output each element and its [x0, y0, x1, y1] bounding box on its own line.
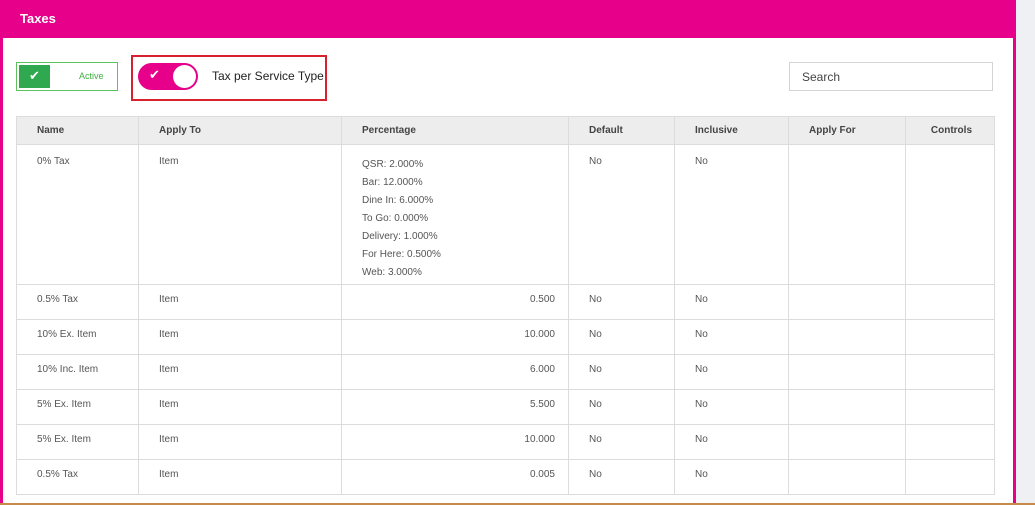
cell-inclusive: No: [674, 459, 789, 495]
column-header-percentage[interactable]: Percentage: [341, 116, 569, 145]
cell-apply-for: [788, 389, 906, 425]
cell-percentage: 5.500: [341, 389, 569, 425]
table-row[interactable]: 0.5% Tax Item 0.500 No No: [16, 284, 995, 320]
cell-default: No: [568, 389, 675, 425]
cell-percentage: 0.005: [341, 459, 569, 495]
cell-inclusive: No: [674, 319, 789, 355]
tax-per-service-type-switch[interactable]: ✔: [138, 63, 198, 90]
panel-header: Taxes: [0, 0, 1016, 38]
cell-apply-for: [788, 459, 906, 495]
cell-default: No: [568, 354, 675, 390]
cell-inclusive: No: [674, 144, 789, 285]
cell-apply-to: Item: [138, 459, 342, 495]
cell-apply-for: [788, 319, 906, 355]
cell-controls: [905, 459, 995, 495]
percentage-line: Dine In: 6.000%: [362, 195, 434, 206]
cell-apply-to: Item: [138, 144, 342, 285]
cell-apply-to: Item: [138, 354, 342, 390]
cell-apply-for: [788, 144, 906, 285]
search-input[interactable]: [789, 62, 993, 91]
table-row[interactable]: 10% Inc. Item Item 6.000 No No: [16, 354, 995, 390]
page-title: Taxes: [20, 11, 56, 26]
cell-default: No: [568, 424, 675, 460]
cell-controls: [905, 389, 995, 425]
cell-percentage: 0.500: [341, 284, 569, 320]
cell-inclusive: No: [674, 424, 789, 460]
percentage-line: To Go: 0.000%: [362, 213, 429, 224]
taxes-table: Name Apply To Percentage Default Inclusi…: [16, 116, 995, 495]
cell-controls: [905, 354, 995, 390]
cell-name: 0.5% Tax: [16, 284, 139, 320]
scroll-gutter: [1016, 0, 1035, 505]
cell-controls: [905, 319, 995, 355]
column-header-controls: Controls: [905, 116, 995, 145]
cell-controls: [905, 144, 995, 285]
column-header-apply-to[interactable]: Apply To: [138, 116, 342, 145]
cell-name: 10% Ex. Item: [16, 319, 139, 355]
tax-per-service-type-label: Tax per Service Type: [212, 69, 324, 83]
cell-apply-to: Item: [138, 284, 342, 320]
active-toggle-label: Active: [79, 71, 104, 81]
cell-apply-to: Item: [138, 319, 342, 355]
table-row[interactable]: 0.5% Tax Item 0.005 No No: [16, 459, 995, 495]
column-header-apply-for[interactable]: Apply For: [788, 116, 906, 145]
percentage-line: Bar: 12.000%: [362, 177, 423, 188]
cell-default: No: [568, 144, 675, 285]
table-row[interactable]: 5% Ex. Item Item 5.500 No No: [16, 389, 995, 425]
cell-name: 5% Ex. Item: [16, 389, 139, 425]
cell-inclusive: No: [674, 354, 789, 390]
active-toggle[interactable]: ✔ Active: [16, 62, 118, 91]
cell-name: 0% Tax: [16, 144, 139, 285]
cell-percentage: 6.000: [341, 354, 569, 390]
percentage-line: Web: 3.000%: [362, 267, 422, 278]
percentage-line: QSR: 2.000%: [362, 159, 424, 170]
table-row[interactable]: 0% Tax Item QSR: 2.000% Bar: 12.000% Din…: [16, 144, 995, 285]
cell-apply-for: [788, 284, 906, 320]
percentage-line: For Here: 0.500%: [362, 249, 441, 260]
cell-name: 10% Inc. Item: [16, 354, 139, 390]
column-header-inclusive[interactable]: Inclusive: [674, 116, 789, 145]
cell-apply-for: [788, 424, 906, 460]
cell-percentage: 10.000: [341, 319, 569, 355]
column-header-name[interactable]: Name: [16, 116, 139, 145]
table-row[interactable]: 5% Ex. Item Item 10.000 No No: [16, 424, 995, 460]
check-icon: ✔: [149, 68, 160, 83]
cell-percentage: 10.000: [341, 424, 569, 460]
check-icon: ✔: [19, 65, 50, 88]
cell-apply-for: [788, 354, 906, 390]
cell-default: No: [568, 459, 675, 495]
cell-inclusive: No: [674, 284, 789, 320]
percentage-line: Delivery: 1.000%: [362, 231, 438, 242]
cell-percentage: QSR: 2.000% Bar: 12.000% Dine In: 6.000%…: [341, 144, 569, 285]
cell-name: 0.5% Tax: [16, 459, 139, 495]
cell-name: 5% Ex. Item: [16, 424, 139, 460]
cell-inclusive: No: [674, 389, 789, 425]
table-header-row: Name Apply To Percentage Default Inclusi…: [16, 116, 995, 145]
cell-apply-to: Item: [138, 389, 342, 425]
cell-controls: [905, 284, 995, 320]
cell-controls: [905, 424, 995, 460]
cell-apply-to: Item: [138, 424, 342, 460]
cell-default: No: [568, 284, 675, 320]
column-header-default[interactable]: Default: [568, 116, 675, 145]
switch-knob: [173, 65, 196, 88]
cell-default: No: [568, 319, 675, 355]
table-row[interactable]: 10% Ex. Item Item 10.000 No No: [16, 319, 995, 355]
